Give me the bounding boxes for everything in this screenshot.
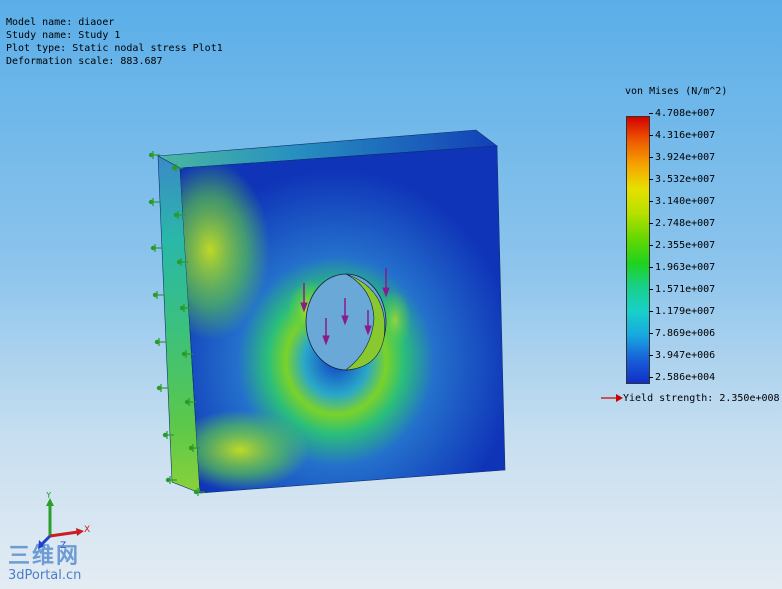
tick-value: 3.140e+007 [655,196,716,207]
colorbar-tick-label: 2.586e+004 [649,372,715,384]
tick-value: 3.924e+007 [655,152,716,163]
triad-y-label: Y [45,492,52,501]
triad-x-label: X [84,525,90,535]
tick-mark [649,376,653,378]
colorbar-tick-label: 4.316e+007 [649,130,715,142]
tick-mark [649,134,653,136]
deformation-scale-label: Deformation scale: 883.687 [6,56,163,67]
colorbar-tick-label: 1.963e+007 [649,262,715,274]
tick-value: 2.748e+007 [655,218,716,229]
colorbar-tick-label: 3.140e+007 [649,196,715,208]
tick-mark [649,310,653,312]
colorbar-tick-label: 3.532e+007 [649,174,715,186]
colorbar-tick-label: 2.355e+007 [649,240,715,252]
model-name-label: Model name: diaoer [6,17,115,28]
colorbar-tick-label: 7.869e+006 [649,328,715,340]
tick-mark [649,332,653,334]
tick-value: 1.571e+007 [655,284,716,295]
stress-colorbar[interactable] [626,116,650,384]
tick-mark [649,354,653,356]
colorbar-tick-label: 1.179e+007 [649,306,715,318]
tick-mark [649,244,653,246]
colorbar-tick-label: 3.947e+006 [649,350,715,362]
yield-strength-indicator: Yield strength: 2.350e+008 [601,393,780,404]
yield-arrow-icon [601,394,623,402]
tick-mark [649,178,653,180]
tick-value: 2.355e+007 [655,240,716,251]
tick-value: 4.708e+007 [655,108,716,119]
tick-mark [649,156,653,158]
watermark-chinese: 三维网 [8,544,81,569]
legend-title: von Mises (N/m^2) [625,86,728,97]
tick-value: 4.316e+007 [655,130,716,141]
watermark: 三维网 3dPortal.cn [8,538,81,583]
colorbar-tick-label: 3.924e+007 [649,152,715,164]
plot-type-label: Plot type: Static nodal stress Plot1 [6,43,223,54]
tick-value: 3.947e+006 [655,350,716,361]
yield-strength-value: 2.350e+008 [719,393,780,404]
colorbar-tick-label: 2.748e+007 [649,218,715,230]
tick-mark [649,288,653,290]
tick-value: 1.963e+007 [655,262,716,273]
tick-value: 1.179e+007 [655,306,716,317]
tick-mark [649,112,653,114]
tick-value: 7.869e+006 [655,328,716,339]
yield-strength-label: Yield strength: [623,393,714,404]
study-name-label: Study name: Study 1 [6,30,121,41]
colorbar-tick-label: 1.571e+007 [649,284,715,296]
tick-value: 2.586e+004 [655,372,716,383]
colorbar-tick-label: 4.708e+007 [649,108,715,120]
tick-value: 3.532e+007 [655,174,716,185]
watermark-url: 3dPortal.cn [8,568,82,583]
tick-mark [649,222,653,224]
tick-mark [649,200,653,202]
study-info-panel: Model name: diaoer Study name: Study 1 P… [6,16,223,68]
colorbar-ticks: 4.708e+007 4.316e+007 3.924e+007 3.532e+007… [649,108,782,388]
tick-mark [649,266,653,268]
